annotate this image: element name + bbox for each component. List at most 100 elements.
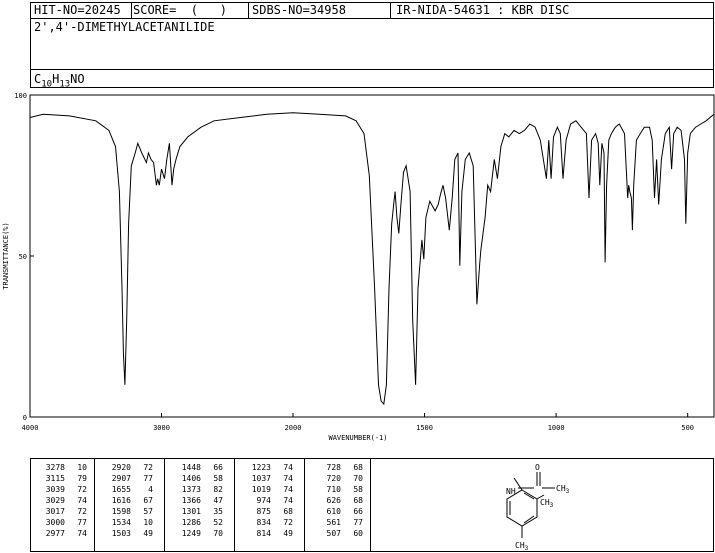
- peak-transmittance: 52: [213, 518, 223, 527]
- peak-wavenumber: 1286: [181, 518, 201, 527]
- peak-transmittance: 82: [213, 485, 223, 494]
- peak-column: 2920 72 2907 77 1655 4 1616 67 1598 57 1534 10 1503 4…: [103, 462, 153, 539]
- peak-transmittance: 77: [353, 518, 363, 527]
- para-ch3-label: CH3: [515, 541, 529, 552]
- peak-wavenumber: 1448: [181, 463, 201, 472]
- peak-transmittance: 49: [143, 529, 153, 538]
- peak-row: 2907 77: [103, 473, 153, 484]
- peak-transmittance: 58: [353, 485, 363, 494]
- peak-wavenumber: 1655: [111, 485, 131, 494]
- peak-transmittance: 68: [353, 496, 363, 505]
- peak-wavenumber: 1249: [181, 529, 201, 538]
- peak-transmittance: 72: [143, 463, 153, 472]
- peak-wavenumber: 1223: [251, 463, 271, 472]
- peak-transmittance: 10: [77, 463, 87, 472]
- peak-row: 561 77: [313, 517, 363, 528]
- peak-wavenumber: 875: [256, 507, 271, 516]
- peak-wavenumber: 1366: [181, 496, 201, 505]
- peak-row: 3039 72: [37, 484, 87, 495]
- peak-wavenumber: 834: [256, 518, 271, 527]
- peak-row: 834 72: [243, 517, 293, 528]
- peak-transmittance: 57: [143, 507, 153, 516]
- peak-table-divider: [304, 458, 305, 552]
- peak-wavenumber: 1598: [111, 507, 131, 516]
- peak-row: 1019 74: [243, 484, 293, 495]
- peak-row: 610 66: [313, 506, 363, 517]
- peak-row: 1616 67: [103, 495, 153, 506]
- peak-transmittance: 72: [77, 485, 87, 494]
- peak-column: 1448 66 1406 58 1373 82 1366 47 1301 35 1286 52 1249…: [173, 462, 223, 539]
- peak-row: 3017 72: [37, 506, 87, 517]
- peak-wavenumber: 507: [326, 529, 341, 538]
- peak-transmittance: 74: [283, 463, 293, 472]
- x-tick-label: 500: [681, 424, 694, 432]
- peak-column: 3278 10 3115 79 3039 72 3029 74 3017 72 3000 77 2977…: [37, 462, 87, 539]
- peak-row: 3000 77: [37, 517, 87, 528]
- peak-wavenumber: 1037: [251, 474, 271, 483]
- peak-transmittance: 79: [77, 474, 87, 483]
- peak-wavenumber: 3039: [45, 485, 65, 494]
- peak-transmittance: 74: [77, 529, 87, 538]
- peak-row: 3029 74: [37, 495, 87, 506]
- peak-row: 2977 74: [37, 528, 87, 539]
- peak-row: 1406 58: [173, 473, 223, 484]
- peak-column: 728 68 720 70 710 58 626 68 610 66 561 77 507 60: [313, 462, 363, 539]
- peak-wavenumber: 1406: [181, 474, 201, 483]
- peak-transmittance: 77: [77, 518, 87, 527]
- peak-transmittance: 74: [283, 496, 293, 505]
- peak-row: 3278 10: [37, 462, 87, 473]
- peak-wavenumber: 2907: [111, 474, 131, 483]
- peak-wavenumber: 814: [256, 529, 271, 538]
- spectrum-line: [29, 112, 715, 406]
- peak-transmittance: 68: [353, 463, 363, 472]
- peak-wavenumber: 2920: [111, 463, 131, 472]
- peak-row: 3115 79: [37, 473, 87, 484]
- x-tick-label: 2000: [285, 424, 302, 432]
- peak-wavenumber: 728: [326, 463, 341, 472]
- peak-row: 1223 74: [243, 462, 293, 473]
- peak-transmittance: 70: [213, 529, 223, 538]
- carbonyl-o-label: O: [535, 463, 540, 472]
- peak-row: 875 68: [243, 506, 293, 517]
- peak-transmittance: 66: [353, 507, 363, 516]
- peak-wavenumber: 3017: [45, 507, 65, 516]
- peak-row: 2920 72: [103, 462, 153, 473]
- peak-transmittance: 66: [213, 463, 223, 472]
- peak-transmittance: 72: [283, 518, 293, 527]
- acetyl-ch3-label: CH3: [556, 484, 570, 495]
- peak-row: 728 68: [313, 462, 363, 473]
- peak-transmittance: 72: [77, 507, 87, 516]
- peak-wavenumber: 2977: [45, 529, 65, 538]
- peak-row: 1037 74: [243, 473, 293, 484]
- peak-row: 974 74: [243, 495, 293, 506]
- peak-wavenumber: 1301: [181, 507, 201, 516]
- peak-wavenumber: 1373: [181, 485, 201, 494]
- peak-wavenumber: 710: [326, 485, 341, 494]
- peak-transmittance: 4: [148, 485, 153, 494]
- peak-row: 1534 10: [103, 517, 153, 528]
- peak-transmittance: 70: [353, 474, 363, 483]
- y-tick-label: 50: [19, 253, 27, 261]
- peak-transmittance: 10: [143, 518, 153, 527]
- plot-frame: [29, 94, 715, 418]
- x-tick-label: 4000: [22, 424, 39, 432]
- x-tick-label: 3000: [153, 424, 170, 432]
- peak-wavenumber: 626: [326, 496, 341, 505]
- peak-wavenumber: 974: [256, 496, 271, 505]
- molecular-structure: NH O CH3 CH3 CH3: [506, 463, 570, 552]
- peak-transmittance: 77: [143, 474, 153, 483]
- ir-spectrum-chart: 4000 3000 2000 1500 1000 500100500 TRANSMITTA…: [2, 92, 715, 442]
- peak-wavenumber: 720: [326, 474, 341, 483]
- peak-row: 1503 49: [103, 528, 153, 539]
- peak-wavenumber: 1534: [111, 518, 131, 527]
- peak-transmittance: 60: [353, 529, 363, 538]
- peak-row: 710 58: [313, 484, 363, 495]
- peak-wavenumber: 3000: [45, 518, 65, 527]
- peak-row: 626 68: [313, 495, 363, 506]
- peak-wavenumber: 561: [326, 518, 341, 527]
- peak-row: 1448 66: [173, 462, 223, 473]
- peak-column: 1223 74 1037 74 1019 74 974 74 875 68 834 72 814 49: [243, 462, 293, 539]
- peak-transmittance: 74: [283, 485, 293, 494]
- peak-row: 1373 82: [173, 484, 223, 495]
- x-tick-label: 1500: [416, 424, 433, 432]
